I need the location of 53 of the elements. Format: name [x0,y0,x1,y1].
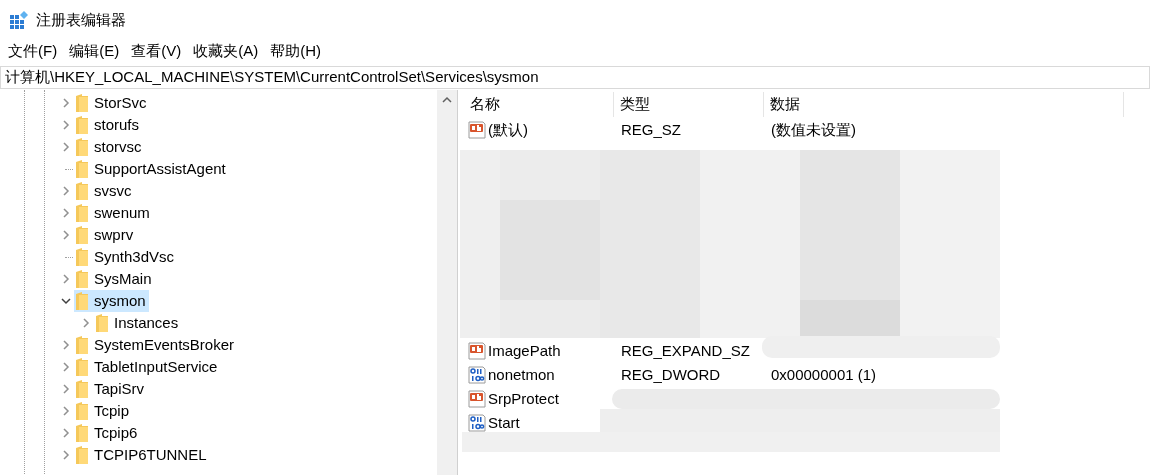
tree-item[interactable]: Tcpip [74,400,133,422]
tree-item[interactable]: Instances [94,312,182,334]
column-header[interactable]: 类型 [614,91,764,117]
tree-item-label: TapiSrv [94,378,145,399]
value-name[interactable]: ImagePath [488,339,561,363]
tree-item[interactable]: svsvc [74,180,135,202]
tree-item[interactable]: TabletInputService [74,356,221,378]
tree-item[interactable]: SysMain [74,268,155,290]
tree-item[interactable]: swprv [74,224,137,246]
tree-item[interactable]: TCPIP6TUNNEL [74,444,210,466]
tree-item-label: Tcpip6 [94,422,138,443]
tree-item-label: sysmon [94,290,146,311]
tree-item-label: storvsc [94,136,142,157]
value-data: (数值未设置) [771,120,856,138]
menu-item[interactable]: 帮助(H) [264,39,327,63]
column-header[interactable]: 名称 [464,91,614,117]
tree-item-label: storufs [94,114,139,135]
value-name[interactable]: (默认) [488,118,528,142]
tree-item-label: SysMain [94,268,152,289]
tree-item[interactable]: SupportAssistAgent [74,158,229,180]
tree-item-label: Instances [114,312,179,333]
value-data: 0x00000001 (1) [771,365,877,383]
tree-item[interactable]: StorSvc [74,92,150,114]
tree-item-label: Synth3dVsc [94,246,175,267]
tree-item-label: StorSvc [94,92,147,113]
column-header[interactable]: 数据 [764,91,1124,117]
tree-item[interactable]: swenum [74,202,153,224]
value-type: REG_SZ [621,120,681,138]
value-type: REG_EXPAND_SZ [621,341,750,359]
tree-item-label: SupportAssistAgent [94,158,226,179]
value-type: REG_DWORD [621,365,721,383]
tree-item[interactable]: sysmon [74,290,149,312]
tree-item[interactable]: TapiSrv [74,378,148,400]
tree-item[interactable]: storufs [74,114,142,136]
tree-item-label: Tcpip [94,400,130,421]
menu-item[interactable]: 收藏夹(A) [187,39,265,63]
menu-item[interactable]: 查看(V) [125,39,188,63]
tree-item-label: swenum [94,202,150,223]
tree-item[interactable]: storvsc [74,136,145,158]
value-name[interactable]: nonetmon [488,363,555,387]
tree-item[interactable]: SystemEventsBroker [74,334,238,356]
tree-item-label: TabletInputService [94,356,218,377]
tree-item-label: svsvc [94,180,132,201]
window-title: 注册表编辑器 [36,9,126,30]
value-name[interactable]: SrpProtect [488,387,559,411]
menu-item[interactable]: 文件(F) [2,39,64,63]
tree-item-label: TCPIP6TUNNEL [94,444,207,465]
value-name[interactable]: Start [488,411,520,435]
tree-item[interactable]: Tcpip6 [74,422,141,444]
tree-item-label: swprv [94,224,134,245]
tree-item-label: SystemEventsBroker [94,334,235,355]
menu-item[interactable]: 编辑(E) [63,39,126,63]
tree-item[interactable]: Synth3dVsc [74,246,178,268]
